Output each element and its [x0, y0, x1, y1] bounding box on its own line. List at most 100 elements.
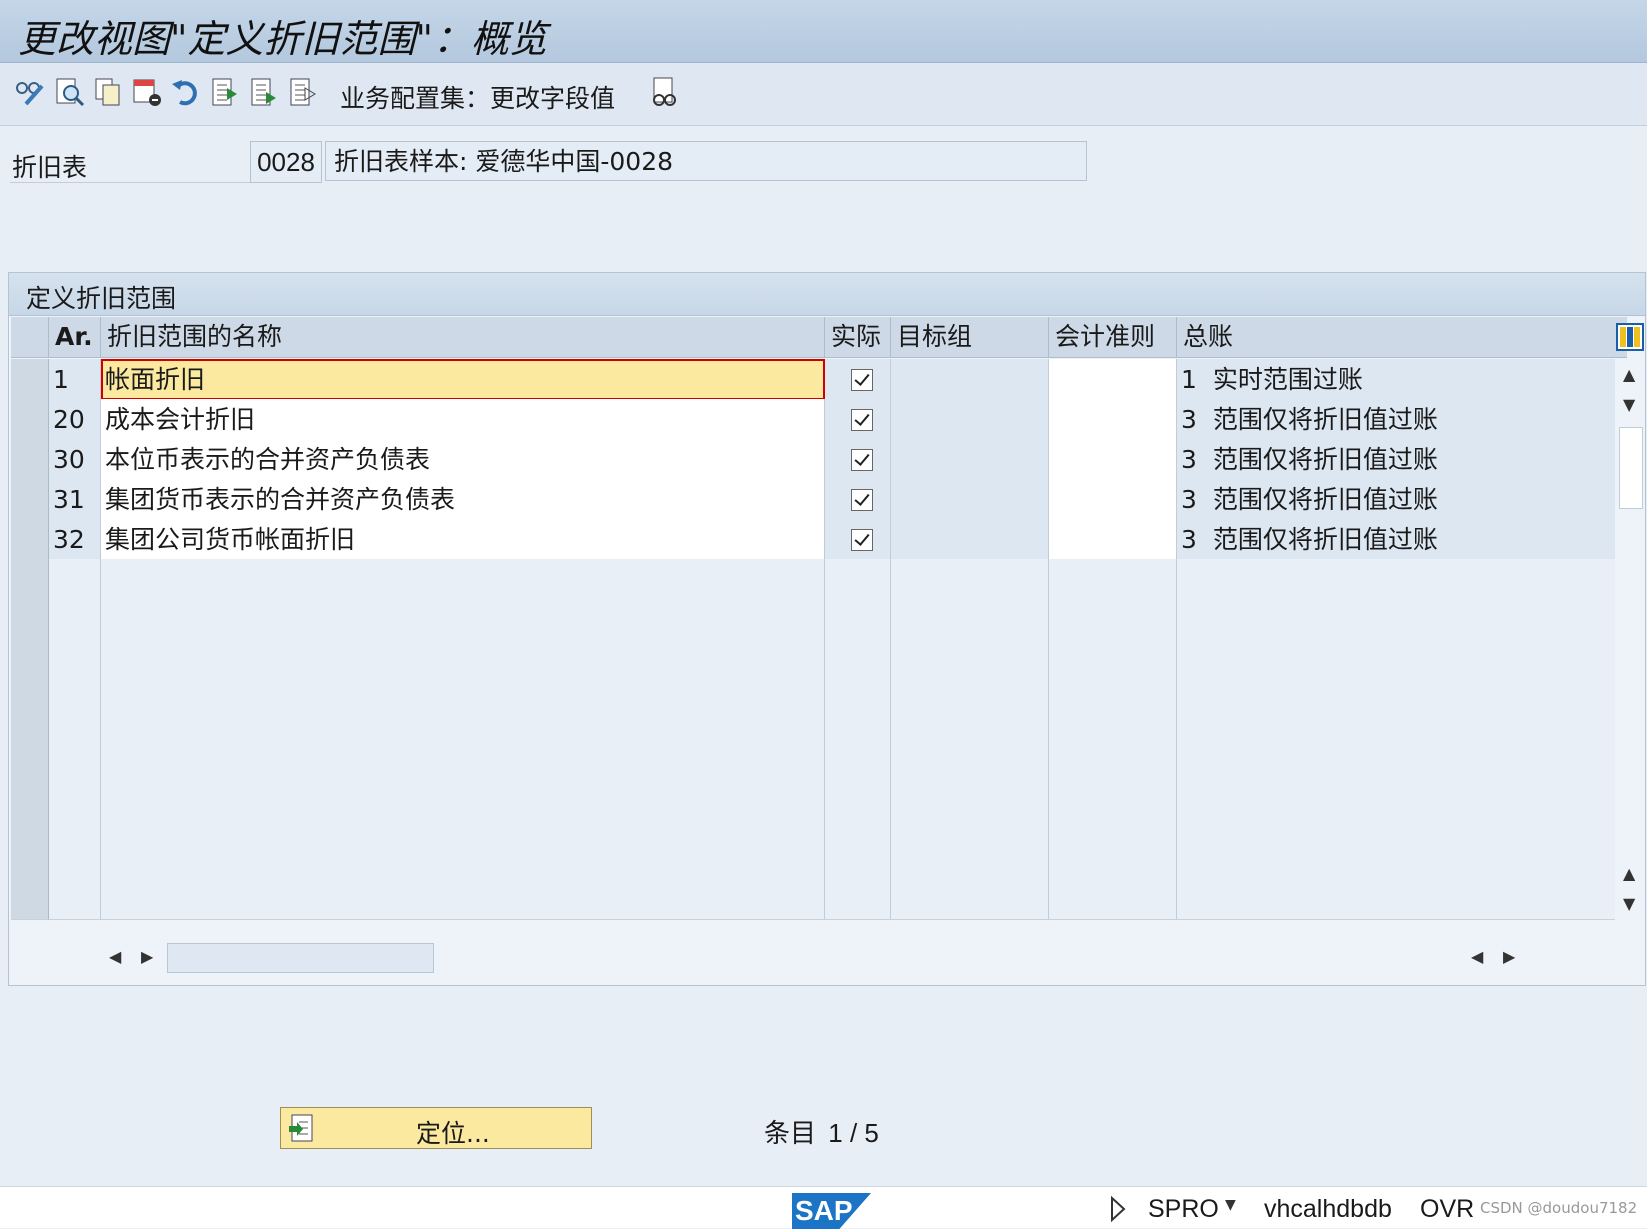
- cell-accounting-principle[interactable]: [1049, 399, 1177, 440]
- cell-accounting-principle[interactable]: [1049, 439, 1177, 480]
- cell-actual[interactable]: [825, 519, 891, 560]
- transaction-code[interactable]: SPRO: [1148, 1195, 1219, 1224]
- col-header-actual[interactable]: 实际: [825, 317, 891, 357]
- cell-gl[interactable]: 1 实时范围过账: [1177, 359, 1617, 400]
- cell-target-group[interactable]: [891, 359, 1049, 400]
- col-header-accounting-principle[interactable]: 会计准则: [1049, 317, 1177, 357]
- row-selector[interactable]: [11, 879, 49, 920]
- cell-target-group[interactable]: [891, 399, 1049, 440]
- select-block-icon[interactable]: [248, 76, 280, 108]
- row-selector[interactable]: [11, 519, 49, 560]
- cell-name[interactable]: 本位币表示的合并资产负债表: [101, 439, 825, 480]
- row-selector[interactable]: [11, 759, 49, 800]
- cell-name[interactable]: [101, 679, 825, 720]
- gl-text: 范围仅将折旧值过账: [1212, 485, 1438, 514]
- insert-mode[interactable]: OVR: [1420, 1195, 1474, 1224]
- delete-row-icon[interactable]: [131, 76, 163, 108]
- row-selector[interactable]: [11, 719, 49, 760]
- row-selector[interactable]: [11, 359, 49, 400]
- col-header-gl[interactable]: 总账: [1177, 317, 1627, 357]
- scroll-left-end-icon[interactable]: ◀: [1471, 947, 1483, 966]
- cell-name[interactable]: 集团货币表示的合并资产负债表: [101, 479, 825, 520]
- deselect-icon[interactable]: [287, 76, 319, 108]
- bc-set-label[interactable]: 业务配置集：更改字段值: [340, 79, 615, 115]
- scroll-left-icon[interactable]: ◀: [109, 947, 121, 966]
- cell-target-group[interactable]: [891, 519, 1049, 560]
- search-detail-icon[interactable]: [54, 76, 86, 108]
- cell-target-group[interactable]: [891, 479, 1049, 520]
- cell-name[interactable]: [101, 879, 825, 920]
- row-selector[interactable]: [11, 839, 49, 880]
- position-button[interactable]: 定位...: [280, 1107, 592, 1149]
- scroll-thumb[interactable]: [1619, 427, 1643, 509]
- cell-name[interactable]: 帐面折旧: [101, 359, 825, 400]
- row-selector[interactable]: [11, 439, 49, 480]
- col-header-target-group[interactable]: 目标组: [891, 317, 1049, 357]
- row-selector[interactable]: [11, 479, 49, 520]
- cell-area[interactable]: [49, 719, 101, 760]
- cell-actual[interactable]: [825, 439, 891, 480]
- scroll-page-down-icon[interactable]: ▼: [1623, 894, 1635, 913]
- row-selector[interactable]: [11, 399, 49, 440]
- cell-name[interactable]: [101, 839, 825, 880]
- h-scroll-thumb[interactable]: [167, 943, 434, 973]
- scroll-page-up-icon[interactable]: ▲: [1623, 864, 1635, 883]
- cell-area[interactable]: [49, 559, 101, 600]
- col-header-name[interactable]: 折旧范围的名称: [101, 317, 825, 357]
- cell-name[interactable]: [101, 559, 825, 600]
- cell-name[interactable]: [101, 639, 825, 680]
- actual-checkbox[interactable]: [851, 529, 873, 551]
- scroll-up-icon[interactable]: ▲: [1623, 365, 1635, 384]
- scroll-right-icon[interactable]: ▶: [141, 947, 153, 966]
- cell-area[interactable]: [49, 679, 101, 720]
- cell-gl[interactable]: 3 范围仅将折旧值过账: [1177, 399, 1617, 440]
- column-settings-icon[interactable]: [1616, 323, 1644, 351]
- select-all-header[interactable]: [11, 317, 49, 357]
- cell-actual: [825, 839, 891, 880]
- cell-actual[interactable]: [825, 479, 891, 520]
- cell-gl[interactable]: 3 范围仅将折旧值过账: [1177, 479, 1617, 520]
- glasses-edit-icon[interactable]: [14, 76, 46, 108]
- horizontal-scrollbar[interactable]: ◀ ▶ ◀ ▶: [99, 941, 1607, 975]
- actual-checkbox[interactable]: [851, 489, 873, 511]
- select-all-icon[interactable]: [209, 76, 241, 108]
- cell-gl[interactable]: 3 范围仅将折旧值过账: [1177, 439, 1617, 480]
- cell-area[interactable]: [49, 599, 101, 640]
- scroll-right-end-icon[interactable]: ▶: [1503, 947, 1515, 966]
- status-expand-icon[interactable]: [1108, 1195, 1128, 1223]
- actual-checkbox[interactable]: [851, 449, 873, 471]
- copy-icon[interactable]: [92, 76, 124, 108]
- row-selector[interactable]: [11, 799, 49, 840]
- actual-checkbox[interactable]: [851, 409, 873, 431]
- vertical-scrollbar[interactable]: ▲ ▼ ▲ ▼: [1615, 359, 1645, 941]
- cell-name[interactable]: [101, 759, 825, 800]
- col-header-area[interactable]: Ar.: [49, 317, 101, 357]
- cell-name[interactable]: 集团公司货币帐面折旧: [101, 519, 825, 560]
- cell-area[interactable]: [49, 759, 101, 800]
- cell-name[interactable]: [101, 799, 825, 840]
- cell-target-group[interactable]: [891, 439, 1049, 480]
- cell-area[interactable]: [49, 639, 101, 680]
- scroll-down-icon[interactable]: ▼: [1623, 395, 1635, 414]
- glasses-icon[interactable]: [648, 76, 680, 108]
- cell-accounting-principle: [1049, 879, 1177, 920]
- row-selector[interactable]: [11, 599, 49, 640]
- cell-area[interactable]: [49, 879, 101, 920]
- cell-name[interactable]: [101, 599, 825, 640]
- row-selector[interactable]: [11, 679, 49, 720]
- cell-accounting-principle[interactable]: [1049, 479, 1177, 520]
- row-selector[interactable]: [11, 559, 49, 600]
- undo-icon[interactable]: [170, 76, 202, 108]
- row-selector[interactable]: [11, 639, 49, 680]
- transaction-dropdown-icon[interactable]: ▼: [1225, 1197, 1236, 1213]
- cell-gl[interactable]: 3 范围仅将折旧值过账: [1177, 519, 1617, 560]
- cell-area[interactable]: [49, 799, 101, 840]
- cell-accounting-principle[interactable]: [1049, 519, 1177, 560]
- actual-checkbox[interactable]: [851, 369, 873, 391]
- cell-accounting-principle[interactable]: [1049, 359, 1177, 400]
- cell-actual[interactable]: [825, 359, 891, 400]
- cell-name[interactable]: 成本会计折旧: [101, 399, 825, 440]
- cell-area[interactable]: [49, 839, 101, 880]
- cell-actual[interactable]: [825, 399, 891, 440]
- cell-name[interactable]: [101, 719, 825, 760]
